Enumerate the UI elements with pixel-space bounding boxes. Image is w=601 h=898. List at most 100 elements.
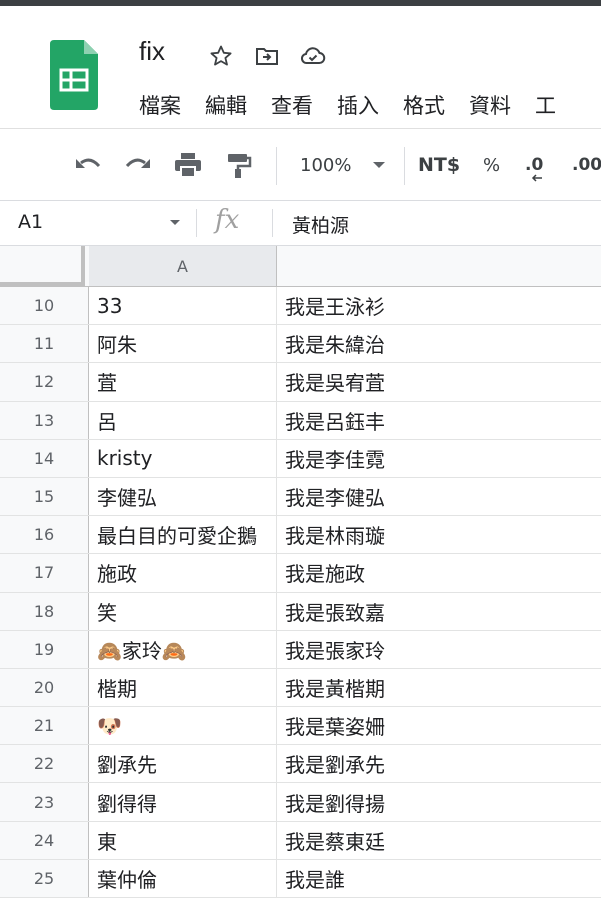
table-row: 17 施政 我是施政 (0, 554, 601, 593)
cell-b[interactable]: 我是張致嘉 (277, 593, 601, 630)
row-header[interactable]: 18 (0, 592, 89, 630)
sheets-logo-icon[interactable] (50, 40, 98, 110)
cell-b[interactable]: 我是誰 (277, 860, 601, 897)
column-header-b[interactable] (277, 246, 601, 286)
table-row: 10 33 我是王泳衫 (0, 287, 601, 326)
row-header[interactable]: 13 (0, 401, 89, 439)
menu-tools[interactable]: 工 (535, 90, 556, 120)
row-header[interactable]: 23 (0, 783, 89, 821)
cell-b[interactable]: 我是吳宥萓 (277, 363, 601, 400)
cell-a[interactable]: 劉得得 (89, 783, 277, 821)
table-row: 19 🙈家玲🙈 我是張家玲 (0, 630, 601, 669)
table-row: 24 東我是蔡東廷 (0, 821, 601, 860)
cell-a[interactable]: 呂 (89, 401, 277, 439)
zoom-select[interactable]: 100% (300, 150, 386, 180)
toolbar-divider (276, 147, 277, 185)
row-header[interactable]: 19 (0, 630, 89, 668)
table-row: 14 kristy 我是李佳霓 (0, 439, 601, 478)
row-header[interactable]: 21 (0, 707, 89, 745)
cell-b[interactable]: 我是黃楷期 (277, 669, 601, 706)
row-header[interactable]: 12 (0, 363, 89, 401)
cell-b[interactable]: 我是葉姿姍 (277, 707, 601, 744)
menu-file[interactable]: 檔案 (139, 90, 181, 120)
formula-divider (196, 209, 197, 237)
menu-edit[interactable]: 編輯 (205, 90, 247, 120)
cell-b[interactable]: 我是李健弘 (277, 478, 601, 515)
cell-a[interactable]: 施政 (89, 554, 277, 592)
table-row: 15 李健弘 我是李健弘 (0, 477, 601, 517)
select-all-corner[interactable] (0, 246, 85, 286)
star-icon[interactable] (208, 43, 234, 69)
cell-a[interactable]: 楷期 (89, 668, 277, 707)
toolbar: 100% NT$ % .0 .00 (0, 129, 601, 201)
cell-b[interactable]: 我是朱緯治 (277, 325, 601, 362)
menu-format[interactable]: 格式 (403, 90, 445, 120)
formula-bar: A1 fx 黃柏源 (0, 201, 601, 246)
row-header[interactable]: 11 (0, 325, 89, 363)
cell-b[interactable]: 我是王泳衫 (277, 287, 601, 324)
cell-a[interactable]: 🙈家玲🙈 (89, 630, 277, 668)
cell-a[interactable]: 東 (89, 821, 277, 859)
cell-a[interactable]: kristy (89, 439, 277, 477)
cell-a[interactable]: 葉仲倫 (89, 859, 277, 897)
cell-b[interactable]: 我是李佳霓 (277, 440, 601, 477)
row-header[interactable]: 16 (0, 516, 89, 554)
column-header-a[interactable]: A (89, 246, 277, 286)
increase-decimal-button[interactable]: .00 (572, 150, 601, 180)
column-header-bar: A (0, 246, 601, 287)
table-row: 25 葉仲倫 我是誰 (0, 859, 601, 898)
cell-a[interactable]: 劉承先 (89, 745, 277, 783)
cell-a[interactable]: 33 (89, 287, 277, 325)
redo-icon[interactable] (122, 150, 154, 180)
row-header[interactable]: 20 (0, 668, 89, 707)
name-box[interactable]: A1 (18, 211, 43, 233)
arrow-left-icon (531, 174, 542, 182)
undo-icon[interactable] (72, 150, 104, 180)
row-header[interactable]: 22 (0, 745, 89, 783)
paint-format-icon[interactable] (225, 150, 253, 180)
chevron-down-icon (373, 162, 386, 168)
move-to-folder-icon[interactable] (254, 43, 280, 69)
decrease-decimal-button[interactable]: .0 (525, 150, 543, 182)
cell-a[interactable]: 李健弘 (89, 477, 277, 516)
currency-format-button[interactable]: NT$ (418, 150, 460, 180)
menu-insert[interactable]: 插入 (337, 90, 379, 120)
formula-input[interactable]: 黃柏源 (292, 211, 349, 238)
zoom-value: 100% (300, 154, 352, 176)
table-row: 16 最白目的可愛企鵝 我是林雨璇 (0, 516, 601, 555)
row-header[interactable]: 24 (0, 821, 89, 859)
print-icon[interactable] (173, 150, 203, 180)
cell-a[interactable]: 阿朱 (89, 325, 277, 363)
row-header[interactable]: 15 (0, 477, 89, 516)
app-header: fix 檔案 編輯 查看 插入 格式 資料 工 (0, 6, 601, 129)
table-row: 22 劉承先 我是劉承先 (0, 745, 601, 784)
percent-format-button[interactable]: % (483, 150, 500, 180)
cell-a[interactable]: 笑 (89, 592, 277, 630)
cell-b[interactable]: 我是劉得揚 (277, 783, 601, 820)
cell-a[interactable]: 萓 (89, 363, 277, 401)
cell-a[interactable]: 最白目的可愛企鵝 (89, 516, 277, 554)
menu-view[interactable]: 查看 (271, 90, 313, 120)
row-header[interactable]: 25 (0, 859, 89, 897)
cell-b[interactable]: 我是張家玲 (277, 631, 601, 668)
chevron-down-icon[interactable] (170, 220, 180, 225)
table-row: 12 萓我是吳宥萓 (0, 363, 601, 402)
cell-b[interactable]: 我是施政 (277, 554, 601, 591)
cell-b[interactable]: 我是劉承先 (277, 745, 601, 782)
toolbar-divider (404, 147, 405, 185)
menu-data[interactable]: 資料 (469, 90, 511, 120)
cell-b[interactable]: 我是呂鈺丰 (277, 402, 601, 439)
table-row: 13 呂我是呂鈺丰 (0, 401, 601, 440)
document-title[interactable]: fix (139, 36, 165, 67)
menu-bar: 檔案 編輯 查看 插入 格式 資料 工 (139, 90, 556, 120)
sheet-grid: 10 33 我是王泳衫 11 阿朱 我是朱緯治 12 萓我是吳宥萓 13 呂我是呂鈺丰 14 kris… (0, 287, 601, 898)
row-header[interactable]: 17 (0, 554, 89, 592)
cell-a[interactable]: 🐶 (89, 707, 277, 745)
row-header[interactable]: 10 (0, 287, 89, 325)
row-header[interactable]: 14 (0, 439, 89, 477)
cell-b[interactable]: 我是林雨璇 (277, 516, 601, 553)
cell-b[interactable]: 我是蔡東廷 (277, 822, 601, 859)
cloud-saved-icon[interactable] (300, 43, 326, 69)
fx-icon: fx (215, 205, 240, 235)
table-row: 18 笑我是張致嘉 (0, 592, 601, 631)
